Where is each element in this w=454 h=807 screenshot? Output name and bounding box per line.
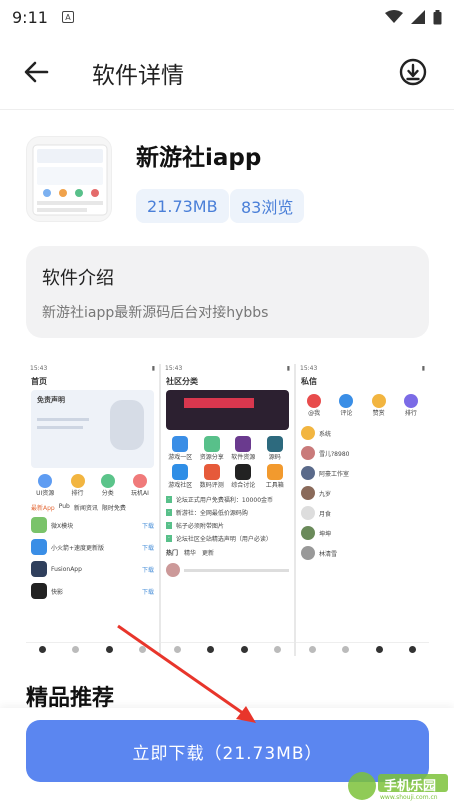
status-icons [385,9,442,25]
app-size-badge: 21.73MB [136,189,229,223]
battery-icon [433,9,442,24]
shot1-navbar [26,642,159,656]
shot3-header: 私信 [301,377,317,386]
shot2-notice: · 论坛正式用户免费福利：10000金币 [166,496,274,504]
watermark-url: www.shouji.com.cn [380,794,438,801]
shot2-notice: · 论坛社区全站精选声明（用户必读） [166,535,272,543]
screenshot-1[interactable]: 15:43 ▮ 首页 免责声明 UI资源 排行 分类 玩机AI 最新App Pub… [26,364,159,656]
shot1-list-item: 小火箭+速度更新版 下载 [26,536,159,558]
shot3-message: 林清雪 [296,543,429,563]
shot2-category-grid: 游戏一区 资源分享 软件资源 源码 游戏社区 数码评测 综合讨论 工具箱 [161,432,294,493]
shot1-list-item: FusionApp 下载 [26,558,159,580]
shot1-icon-row: UI资源 排行 分类 玩机AI [26,470,159,501]
app-views-badge: 83浏览 [230,189,305,223]
download-circle-icon[interactable] [399,58,427,86]
status-bar: 9:11 A [0,0,454,34]
shot1-list-item: 快影 下载 [26,580,159,602]
intro-title: 软件介绍 [42,268,114,289]
shot2-notice: · 新游社：全网最低价源码购 [166,509,248,517]
shot2-header: 社区分类 [166,377,198,386]
shot3-message: 阿豪工作室 [296,463,429,483]
page-title: 软件详情 [92,63,184,89]
screenshot-gallery[interactable]: 15:43 ▮ 首页 免责声明 UI资源 排行 分类 玩机AI 最新App Pub… [26,364,429,656]
shot1-header: 首页 [31,377,47,386]
shot3-message: 坤坤 [296,523,429,543]
screenshot-2[interactable]: 15:43 ▮ 社区分类 游戏一区 资源分享 软件资源 源码 游戏社区 数码评测 … [161,364,294,656]
watermark-text: 手机乐园 [384,779,437,794]
status-time: 9:11 [12,7,48,27]
shot3-time: 15:43 [300,365,318,372]
app-name: 新游社iapp [136,145,262,171]
shot3-quick-row: @我 评论 赞赏 排行 [296,388,429,423]
section-title: 精品推荐 [26,686,115,710]
app-icon-thumbnail [32,144,108,216]
shot2-time: 15:43 [165,365,183,372]
shot2-navbar [161,642,294,656]
screenshot-3[interactable]: 15:43 ▮ 私信 @我 评论 赞赏 排行 系统 雪儿?8980 阿豪工作室 九… [296,364,429,656]
intro-card: 软件介绍 新游社iapp最新源码后台对接hybbs [26,246,429,338]
shot1-banner-character [110,400,144,450]
shot3-message: 雪儿?8980 [296,443,429,463]
shot1-banner: 免责声明 [31,390,154,468]
app-header: 软件详情 [0,34,454,110]
shot3-message: 九岁 [296,483,429,503]
shot1-tabs: 最新App Pub 新闻资讯 限时免费 [31,503,126,512]
shot1-list-item: 微X模块 下载 [26,514,159,536]
intro-description: 新游社iapp最新源码后台对接hybbs [42,305,269,321]
arrow-left-icon[interactable] [20,56,52,88]
shot2-banner [166,390,289,430]
shot3-navbar [296,642,429,656]
app-icon [26,136,112,222]
notification-a-icon: A [61,11,74,23]
signal-icon [411,10,425,24]
shot1-time: 15:43 [30,365,48,372]
shot2-notice: · 帖子必须附带图片 [166,522,224,530]
shot3-message: 月食 [296,503,429,523]
shot2-post [161,560,294,580]
shot2-tabs: 热门 精华 更新 [166,550,215,557]
shot3-message: 系统 [296,423,429,443]
watermark-logo: 手机乐园 www.shouji.com.cn [344,768,452,804]
wifi-icon [385,10,403,23]
